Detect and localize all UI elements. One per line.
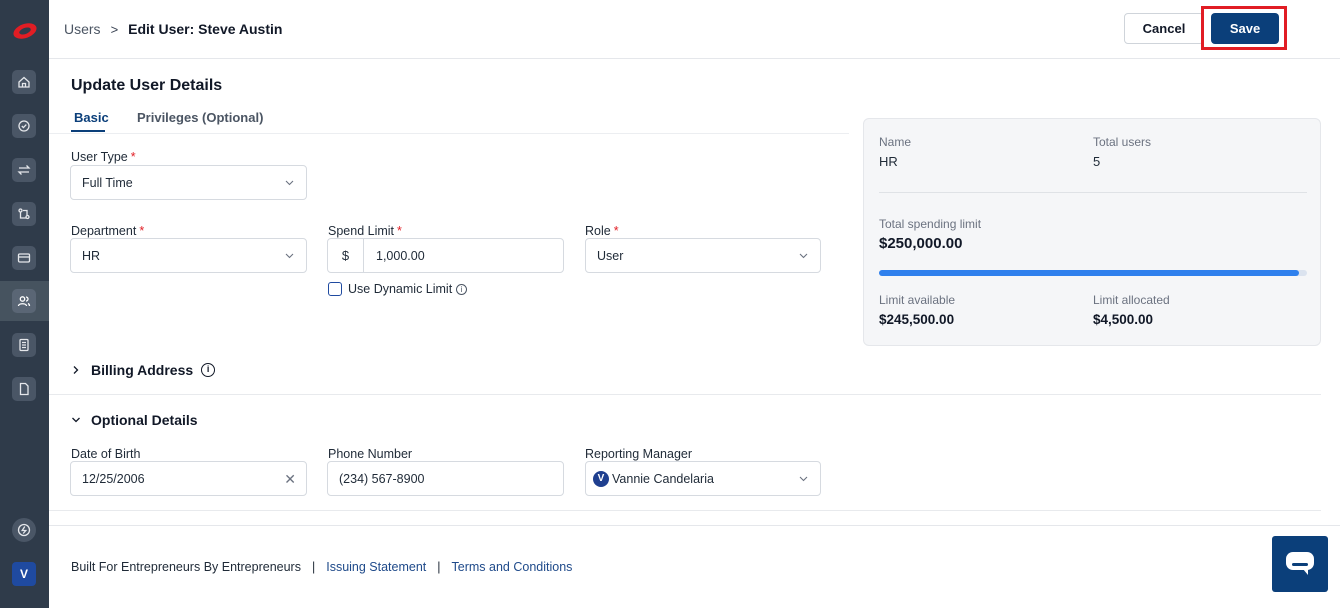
role-value: User: [597, 248, 624, 263]
phone-input[interactable]: (234) 567-8900: [327, 461, 564, 496]
dynamic-limit-checkbox[interactable]: [328, 282, 342, 296]
summary-total-limit-label: Total spending limit: [879, 217, 982, 231]
cancel-button[interactable]: Cancel: [1124, 13, 1204, 44]
chat-icon: [1286, 552, 1314, 575]
info-icon[interactable]: i: [201, 363, 216, 377]
save-button[interactable]: Save: [1211, 13, 1279, 44]
user-type-value: Full Time: [82, 175, 133, 190]
spend-limit-input[interactable]: $ 1,000.00: [327, 238, 564, 273]
tab-basic[interactable]: Basic: [74, 110, 109, 125]
spend-limit-value: 1,000.00: [376, 248, 425, 263]
section-divider: [49, 510, 1321, 511]
dob-input[interactable]: 12/25/2006 ✕: [70, 461, 307, 496]
chevron-down-icon: [285, 180, 294, 186]
summary-total-users-value: 5: [1093, 154, 1101, 169]
nav-transfer-icon[interactable]: [12, 158, 36, 182]
billing-address-toggle[interactable]: Billing Address i: [71, 362, 216, 378]
nav-document-icon[interactable]: [12, 377, 36, 401]
phone-label: Phone Number: [328, 447, 413, 461]
billing-address-title: Billing Address: [91, 362, 194, 378]
limit-progress-bar: [879, 270, 1307, 276]
optional-details-title: Optional Details: [91, 412, 198, 428]
phone-value: (234) 567-8900: [339, 471, 425, 486]
footer-separator: |: [437, 560, 441, 574]
summary-name-value: HR: [879, 154, 898, 169]
app-root: V Users > Edit User: Steve Austin Cancel…: [0, 0, 1340, 608]
summary-allocated-label: Limit allocated: [1093, 293, 1170, 307]
tab-privileges[interactable]: Privileges (Optional): [137, 110, 263, 125]
chevron-down-icon: [799, 476, 808, 482]
spend-limit-label: Spend Limit *: [328, 224, 402, 238]
dynamic-limit-label[interactable]: Use Dynamic Limit i: [348, 282, 468, 296]
summary-name-label: Name: [879, 135, 912, 149]
department-select[interactable]: HR: [70, 238, 307, 273]
breadcrumb-users-link[interactable]: Users: [64, 21, 101, 37]
brand-logo-icon[interactable]: [12, 20, 38, 42]
manager-avatar: V: [593, 470, 609, 487]
chevron-down-icon: [72, 417, 80, 423]
tabs-divider: [49, 133, 849, 134]
summary-total-limit-value: $250,000.00: [879, 235, 963, 252]
summary-allocated-value: $4,500.00: [1093, 312, 1154, 327]
footer-separator: |: [311, 560, 316, 574]
currency-prefix: $: [328, 239, 364, 272]
manager-value: Vannie Candelaria: [612, 471, 714, 486]
dob-value: 12/25/2006: [82, 471, 145, 486]
dob-label: Date of Birth: [71, 447, 141, 461]
page-title: Update User Details: [71, 77, 223, 94]
manager-label: Reporting Manager: [585, 447, 693, 461]
department-label: Department *: [71, 224, 145, 238]
optional-details-toggle[interactable]: Optional Details: [71, 412, 198, 428]
summary-available-value: $245,500.00: [879, 312, 955, 327]
role-select[interactable]: User: [585, 238, 821, 273]
footer: Built For Entrepreneurs By Entrepreneurs…: [71, 560, 572, 574]
nav-workflow-icon[interactable]: [12, 202, 36, 226]
summary-available-label: Limit available: [879, 293, 956, 307]
info-icon[interactable]: i: [456, 284, 468, 295]
footer-tagline: Built For Entrepreneurs By Entrepreneurs: [71, 560, 301, 574]
chat-support-button[interactable]: [1272, 536, 1328, 592]
tab-basic-underline: [71, 130, 105, 132]
manager-select[interactable]: V Vannie Candelaria: [585, 461, 821, 496]
department-summary-card: Name HR Total users 5 Total spending lim…: [863, 118, 1321, 346]
user-type-label: User Type *: [71, 150, 136, 164]
nav-home-icon[interactable]: [12, 70, 36, 94]
terms-link[interactable]: Terms and Conditions: [452, 560, 573, 574]
department-value: HR: [82, 248, 101, 263]
summary-total-users-label: Total users: [1093, 135, 1152, 149]
breadcrumb-current: Edit User: Steve Austin: [128, 21, 283, 37]
chevron-down-icon: [799, 253, 808, 259]
limit-progress-fill: [879, 270, 1300, 276]
chevron-right-icon: [73, 366, 79, 374]
breadcrumb-separator: >: [110, 21, 119, 37]
user-avatar[interactable]: V: [12, 562, 36, 586]
nav-approvals-icon[interactable]: [12, 114, 36, 138]
summary-divider: [879, 192, 1307, 193]
chevron-down-icon: [285, 253, 294, 259]
issuing-statement-link[interactable]: Issuing Statement: [326, 560, 426, 574]
clear-icon[interactable]: ✕: [284, 471, 296, 488]
nav-card-icon[interactable]: [12, 246, 36, 270]
footer-divider: [49, 525, 1340, 526]
breadcrumb: Users > Edit User: Steve Austin: [64, 21, 282, 37]
nav-users-icon[interactable]: [12, 289, 36, 313]
user-type-select[interactable]: Full Time: [70, 165, 307, 200]
role-label: Role *: [585, 224, 619, 238]
section-divider: [49, 394, 1321, 395]
nav-ledger-icon[interactable]: [12, 333, 36, 357]
nav-bolt-icon[interactable]: [12, 518, 36, 542]
sidebar: V: [0, 0, 49, 608]
